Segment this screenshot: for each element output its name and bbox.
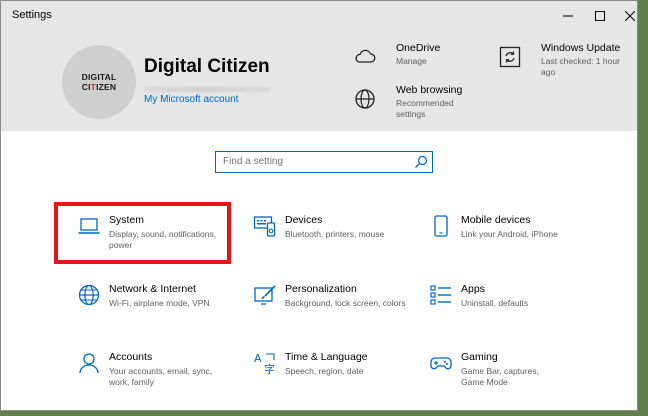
blurred-email <box>144 87 270 92</box>
tile-personalization[interactable]: Personalization Background, lock screen,… <box>253 283 429 339</box>
onedrive-item[interactable]: OneDrive Manage <box>353 42 483 85</box>
tile-network-internet-desc: Wi-Fi, airplane mode, VPN <box>109 298 210 308</box>
tile-time-language-name: Time & Language <box>285 351 368 363</box>
paintbrush-icon <box>254 285 276 305</box>
tile-network-internet[interactable]: Network & Internet Wi-Fi, airplane mode,… <box>77 283 253 339</box>
svg-text:A: A <box>254 352 262 365</box>
search-input[interactable]: Find a setting <box>215 151 433 173</box>
tile-accounts[interactable]: Accounts Your accounts, email, sync, wor… <box>77 351 253 407</box>
tile-gaming-desc: Game Bar, captures, Game Mode <box>461 366 539 387</box>
tile-gaming[interactable]: Gaming Game Bar, captures, Game Mode <box>429 351 605 407</box>
tile-devices-desc: Bluetooth, printers, mouse <box>285 229 385 239</box>
tile-accounts-desc: Your accounts, email, sync, work, family <box>109 366 213 387</box>
window-title: Settings <box>12 9 52 21</box>
tile-devices[interactable]: Devices Bluetooth, printers, mouse <box>253 214 429 270</box>
globe-icon <box>78 284 100 306</box>
tile-devices-name: Devices <box>285 214 323 226</box>
title-bar[interactable]: Settings <box>1 1 637 30</box>
tile-mobile-devices-desc: Link your Android, iPhone <box>461 229 558 239</box>
svg-text:字: 字 <box>264 362 275 375</box>
settings-window: Settings DIGITAL CITIZEN Digital Citizen… <box>0 0 638 411</box>
windows-update-item[interactable]: Windows Update Last checked: 1 hour ago <box>498 42 623 95</box>
tile-mobile-devices-name: Mobile devices <box>461 214 531 226</box>
web-browsing-sub: Recommended settings <box>396 98 454 119</box>
close-button[interactable] <box>613 1 637 30</box>
tile-apps-desc: Uninstall, defaults <box>461 298 529 308</box>
tile-gaming-name: Gaming <box>461 351 498 363</box>
avatar[interactable]: DIGITAL CITIZEN <box>62 45 136 119</box>
globe-icon <box>355 89 375 109</box>
refresh-icon <box>499 46 521 68</box>
language-icon: A 字 <box>254 352 275 375</box>
tile-time-language-desc: Speech, region, date <box>285 366 364 376</box>
microsoft-account-link[interactable]: My Microsoft account <box>144 94 238 105</box>
account-header: DIGITAL CITIZEN Digital Citizen My Micro… <box>1 30 637 131</box>
web-browsing-item[interactable]: Web browsing Recommended settings <box>353 84 483 127</box>
list-icon <box>430 285 451 305</box>
maximize-button[interactable] <box>583 1 617 30</box>
search-icon[interactable] <box>414 155 428 169</box>
avatar-logo-line2: CITIZEN <box>81 82 117 92</box>
search-placeholder: Find a setting <box>223 156 284 167</box>
minimize-icon <box>563 15 573 16</box>
close-icon <box>625 10 635 21</box>
maximize-icon <box>595 10 605 21</box>
onedrive-sub: Manage <box>396 56 427 66</box>
devices-icon <box>253 216 276 237</box>
avatar-logo-line1: DIGITAL <box>81 72 117 82</box>
person-icon <box>79 353 99 374</box>
gamepad-icon <box>430 357 452 370</box>
windows-update-title: Windows Update <box>541 42 621 54</box>
web-browsing-title: Web browsing <box>396 84 463 96</box>
tile-apps-name: Apps <box>461 283 485 295</box>
tile-accounts-name: Accounts <box>109 351 153 363</box>
highlight-frame <box>54 202 231 264</box>
tile-personalization-name: Personalization <box>285 283 357 295</box>
tile-apps[interactable]: Apps Uninstall, defaults <box>429 283 605 339</box>
tile-personalization-desc: Background, lock screen, colors <box>285 298 406 308</box>
cloud-icon <box>355 49 376 63</box>
tile-time-language[interactable]: A 字 Time & Language Speech, region, date <box>253 351 429 407</box>
tile-network-internet-name: Network & Internet <box>109 283 196 295</box>
onedrive-title: OneDrive <box>396 42 441 54</box>
account-name: Digital Citizen <box>144 56 270 77</box>
windows-update-sub: Last checked: 1 hour ago <box>541 56 620 77</box>
minimize-button[interactable] <box>551 1 585 30</box>
tile-mobile-devices[interactable]: Mobile devices Link your Android, iPhone <box>429 214 605 270</box>
phone-icon <box>434 215 448 237</box>
